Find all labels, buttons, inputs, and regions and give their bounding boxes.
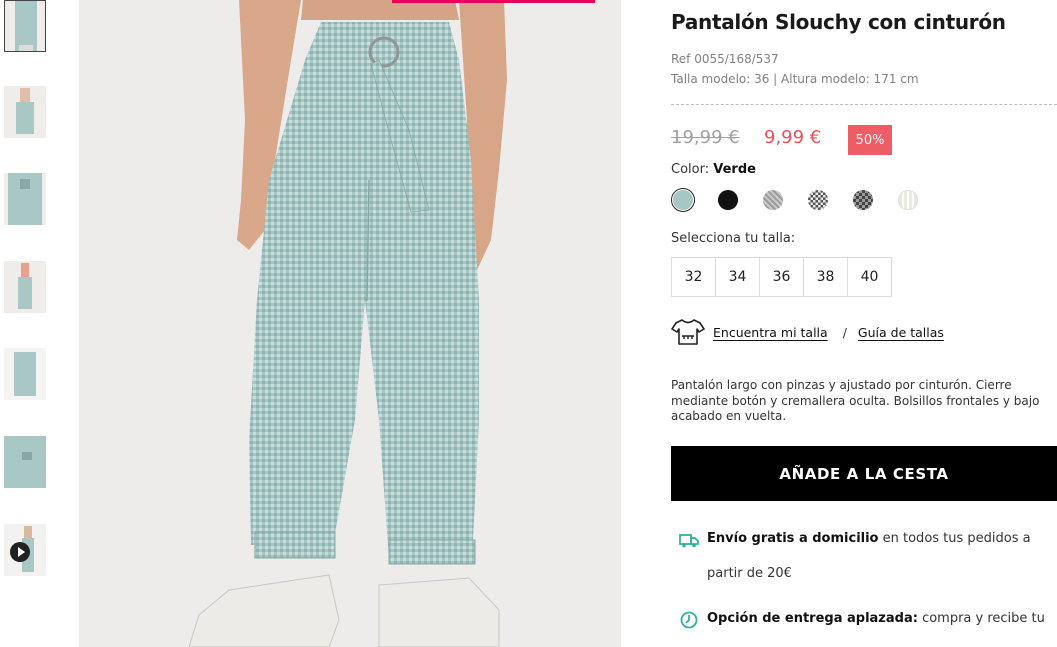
- product-description: Pantalón largo con pinzas y ajustado por…: [671, 378, 1040, 423]
- swatch-crudo[interactable]: [898, 190, 918, 210]
- size-option[interactable]: 32: [671, 257, 716, 297]
- product-ref: Ref 0055/168/537: [671, 52, 779, 66]
- image-progress-bar: [392, 0, 595, 3]
- size-guide-row: Encuentra mi talla / Guía de tallas: [671, 318, 944, 346]
- size-option[interactable]: 38: [803, 257, 848, 297]
- thumbnail-4[interactable]: [4, 261, 46, 313]
- deferred-delivery-info: Opción de entrega aplazada: compra y rec…: [679, 610, 1047, 630]
- size-label: Selecciona tu talla:: [671, 231, 796, 246]
- size-option[interactable]: 40: [847, 257, 892, 297]
- size-option[interactable]: 34: [715, 257, 760, 297]
- size-option[interactable]: 36: [759, 257, 804, 297]
- tshirt-icon: [671, 319, 705, 345]
- swatch-verde[interactable]: [671, 188, 695, 212]
- thumbnail-3[interactable]: [4, 173, 46, 225]
- thumbnail-video[interactable]: [4, 524, 46, 576]
- swatch-cuadros-gris[interactable]: [853, 190, 873, 210]
- swatch-negro[interactable]: [718, 190, 738, 210]
- add-to-cart-button[interactable]: AÑADE A LA CESTA: [671, 446, 1057, 501]
- play-icon[interactable]: [10, 542, 30, 562]
- deferred-delivery-text: compra y recibe tu: [922, 611, 1045, 626]
- free-shipping-bold: Envío gratis a domicilio: [707, 531, 879, 546]
- free-shipping-info: Envío gratis a domicilio en todos tus pe…: [679, 530, 1047, 581]
- product-page: Pantalón Slouchy con cinturón Ref 0055/1…: [0, 0, 1057, 647]
- main-product-image: [79, 0, 621, 647]
- thumbnail-6[interactable]: [4, 436, 46, 488]
- thumbnail-1[interactable]: [4, 0, 46, 52]
- product-title: Pantalón Slouchy con cinturón: [671, 10, 1006, 34]
- free-shipping-continued: partir de 20€: [707, 566, 792, 581]
- thumbnail-5[interactable]: [4, 348, 46, 400]
- discount-badge: 50%: [848, 125, 892, 155]
- model-info: Talla modelo: 36 | Altura modelo: 171 cm: [671, 72, 919, 86]
- size-guide-link[interactable]: Guía de tallas: [858, 325, 944, 340]
- product-info: Pantalón Slouchy con cinturón Ref 0055/1…: [671, 0, 1057, 647]
- swatch-cuadros-negro[interactable]: [808, 190, 828, 210]
- thumbnail-strip: [0, 0, 50, 647]
- old-price: 19,99 €: [671, 127, 740, 148]
- deferred-delivery-bold: Opción de entrega aplazada:: [707, 611, 918, 626]
- color-row: Color: Verde: [671, 162, 756, 177]
- color-value: Verde: [713, 162, 756, 177]
- color-label: Color:: [671, 162, 710, 177]
- separator: /: [842, 324, 847, 340]
- thumbnail-2[interactable]: [4, 86, 46, 138]
- truck-icon: [679, 534, 699, 548]
- sale-price: 9,99 €: [764, 127, 822, 148]
- divider: [671, 104, 1057, 105]
- size-selector: 32 34 36 38 40: [671, 257, 892, 297]
- clock-icon: [680, 611, 698, 629]
- swatch-gris[interactable]: [763, 190, 783, 210]
- find-my-size-link[interactable]: Encuentra mi talla: [713, 325, 828, 340]
- free-shipping-text: en todos tus pedidos a: [882, 531, 1031, 546]
